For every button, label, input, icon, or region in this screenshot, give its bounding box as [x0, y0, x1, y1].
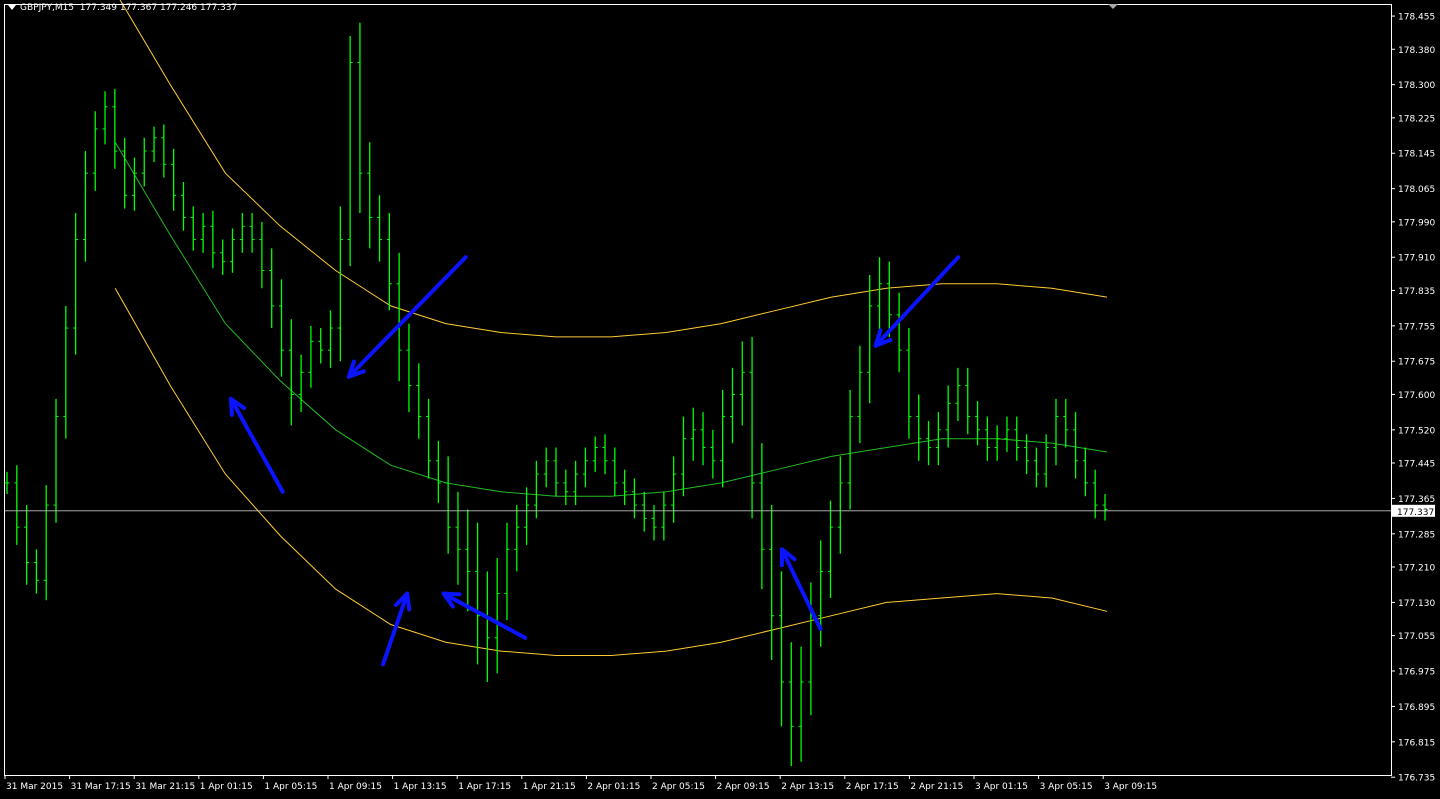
x-axis: 31 Mar 2015 31 Mar 17:15 31 Mar 21:15 1 Apr…: [4, 775, 1157, 792]
y-tick-label: 177.835: [1398, 287, 1435, 297]
envelope-lines: [114, 0, 1108, 656]
chart-header[interactable]: GBPJPY,M15 177.349 177.367 177.246 177.3…: [8, 3, 237, 13]
x-tick-label: 1 Apr 05:15: [264, 782, 317, 792]
x-tick-label: 1 Apr 01:15: [200, 782, 253, 792]
x-tick-label: 2 Apr 21:15: [910, 782, 963, 792]
x-tick-label: 3 Apr 09:15: [1104, 782, 1157, 792]
y-tick-label: 176.735: [1398, 774, 1435, 784]
y-tick-label: 177.130: [1398, 599, 1435, 609]
y-tick-label: 177.520: [1398, 426, 1435, 436]
y-tick-label: 178.145: [1398, 150, 1435, 160]
dropdown-triangle-icon[interactable]: [8, 5, 16, 10]
price-bars: [4, 22, 1108, 767]
y-tick-label: 177.755: [1398, 322, 1435, 332]
x-tick-label: 31 Mar 17:15: [71, 782, 131, 792]
annotation-arrow: [873, 255, 961, 348]
arrow-shaft: [228, 396, 285, 494]
y-tick-label: 177.675: [1398, 358, 1435, 368]
plot-frame: [4, 4, 1392, 776]
x-tick-label: 1 Apr 21:15: [523, 782, 576, 792]
chart-root[interactable]: 177.337 178.455 178.380 178.300 178.225 178.…: [0, 0, 1440, 795]
y-tick-label: 177.285: [1398, 530, 1435, 540]
y-tick-label: 177.990: [1398, 218, 1435, 228]
y-tick-label: 178.300: [1398, 81, 1435, 91]
y-tick-label: 177.055: [1398, 632, 1435, 642]
x-tick-label: 31 Mar 2015: [6, 782, 63, 792]
y-tick-label: 178.380: [1398, 46, 1435, 56]
annotation-arrow: [441, 591, 528, 640]
y-tick-label: 178.225: [1398, 114, 1435, 124]
y-tick-label: 178.065: [1398, 185, 1435, 195]
annotation-arrow: [346, 255, 468, 379]
current-price-line: 177.337: [5, 504, 1435, 518]
annotation-arrow: [779, 547, 823, 631]
x-tick-label: 2 Apr 01:15: [587, 782, 640, 792]
x-tick-label: 3 Apr 05:15: [1040, 782, 1093, 792]
arrow-shaft: [873, 255, 961, 348]
midline-line: [114, 141, 1108, 497]
y-tick-label: 176.815: [1398, 738, 1435, 748]
x-tick-label: 3 Apr 01:15: [975, 782, 1028, 792]
y-tick-label: 176.975: [1398, 668, 1435, 678]
y-tick-label: 177.600: [1398, 391, 1435, 401]
envelope-upper-line: [119, 0, 1108, 338]
y-tick-label: 177.910: [1398, 254, 1435, 264]
annotation-arrow: [228, 396, 285, 494]
arrow-shaft: [441, 591, 528, 640]
x-tick-label: 1 Apr 13:15: [394, 782, 447, 792]
y-tick-label: 176.895: [1398, 703, 1435, 713]
x-tick-label: 2 Apr 09:15: [717, 782, 770, 792]
x-tick-label: 1 Apr 17:15: [458, 782, 511, 792]
y-tick-label: 177.365: [1398, 495, 1435, 505]
scroll-marker-icon[interactable]: [1108, 4, 1118, 9]
chart-svg[interactable]: 177.337 178.455178.380178.300178.225178.…: [0, 0, 1440, 795]
x-tick-label: 2 Apr 13:15: [781, 782, 834, 792]
envelope-lower-line: [114, 287, 1108, 656]
arrow-shaft: [346, 255, 468, 379]
y-tick-label: 177.445: [1398, 460, 1435, 470]
x-tick-label: 31 Mar 21:15: [135, 782, 195, 792]
x-tick-label: 2 Apr 17:15: [846, 782, 899, 792]
x-tick-label: 2 Apr 05:15: [652, 782, 705, 792]
y-tick-label: 177.210: [1398, 564, 1435, 574]
ohlc-values: 177.349 177.367 177.246 177.337: [79, 3, 238, 13]
x-tick-label: 1 Apr 09:15: [329, 782, 382, 792]
current-price-label: 177.337: [1397, 508, 1434, 518]
y-axis: 178.455 178.380 178.300 178.225 178.145 178.0…: [1391, 13, 1435, 784]
y-tick-label: 178.455: [1398, 13, 1435, 23]
symbol-label: GBPJPY,M15: [20, 3, 75, 13]
arrow-shaft: [779, 547, 823, 631]
